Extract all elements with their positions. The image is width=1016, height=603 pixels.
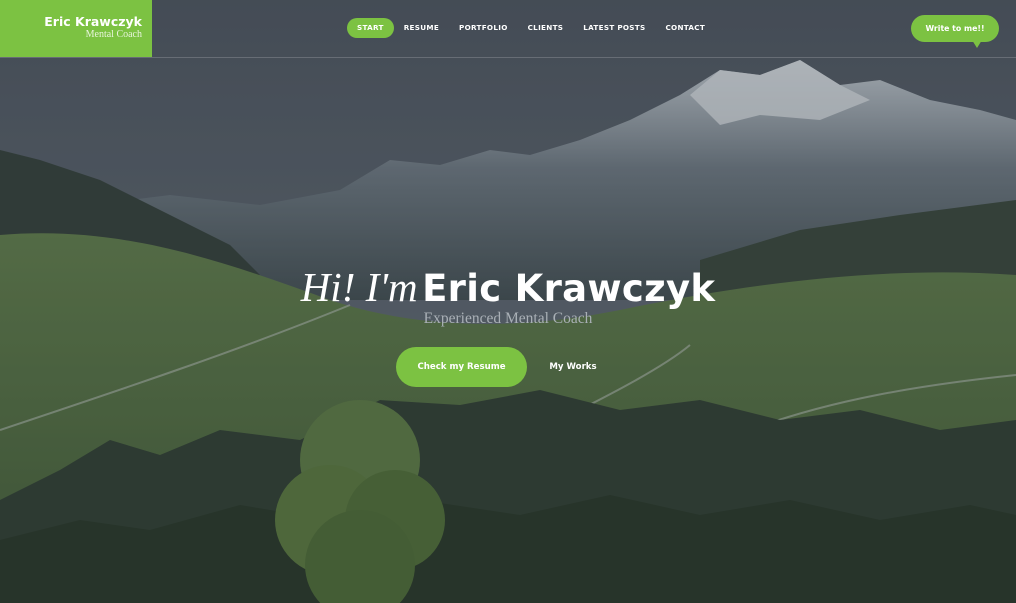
- my-works-button[interactable]: My Works: [541, 347, 605, 387]
- nav-item-contact[interactable]: CONTACT: [655, 18, 715, 38]
- hero-greeting: Hi! I'm: [300, 264, 418, 310]
- brand-tagline: Mental Coach: [85, 29, 142, 40]
- brand-name: Eric Krawczyk: [44, 14, 142, 29]
- speech-bubble-tail: [972, 40, 982, 48]
- write-to-me-wrapper: Write to me!!: [911, 15, 999, 48]
- nav-item-clients[interactable]: CLIENTS: [518, 18, 574, 38]
- nav-item-portfolio[interactable]: PORTFOLIO: [449, 18, 518, 38]
- main-nav: START RESUME PORTFOLIO CLIENTS LATEST PO…: [347, 18, 715, 38]
- write-to-me-button[interactable]: Write to me!!: [911, 15, 999, 42]
- brand-logo[interactable]: Eric Krawczyk Mental Coach: [0, 0, 152, 57]
- nav-item-resume[interactable]: RESUME: [394, 18, 449, 38]
- hero-headline: Hi! I'm Eric Krawczyk: [0, 263, 1016, 311]
- nav-item-latest-posts[interactable]: LATEST POSTS: [573, 18, 655, 38]
- site-header: Eric Krawczyk Mental Coach START RESUME …: [0, 0, 1016, 58]
- hero-name: Eric Krawczyk: [422, 267, 716, 310]
- nav-item-start[interactable]: START: [347, 18, 394, 38]
- hero-subtitle: Experienced Mental Coach: [423, 310, 593, 327]
- check-resume-button[interactable]: Check my Resume: [396, 347, 527, 387]
